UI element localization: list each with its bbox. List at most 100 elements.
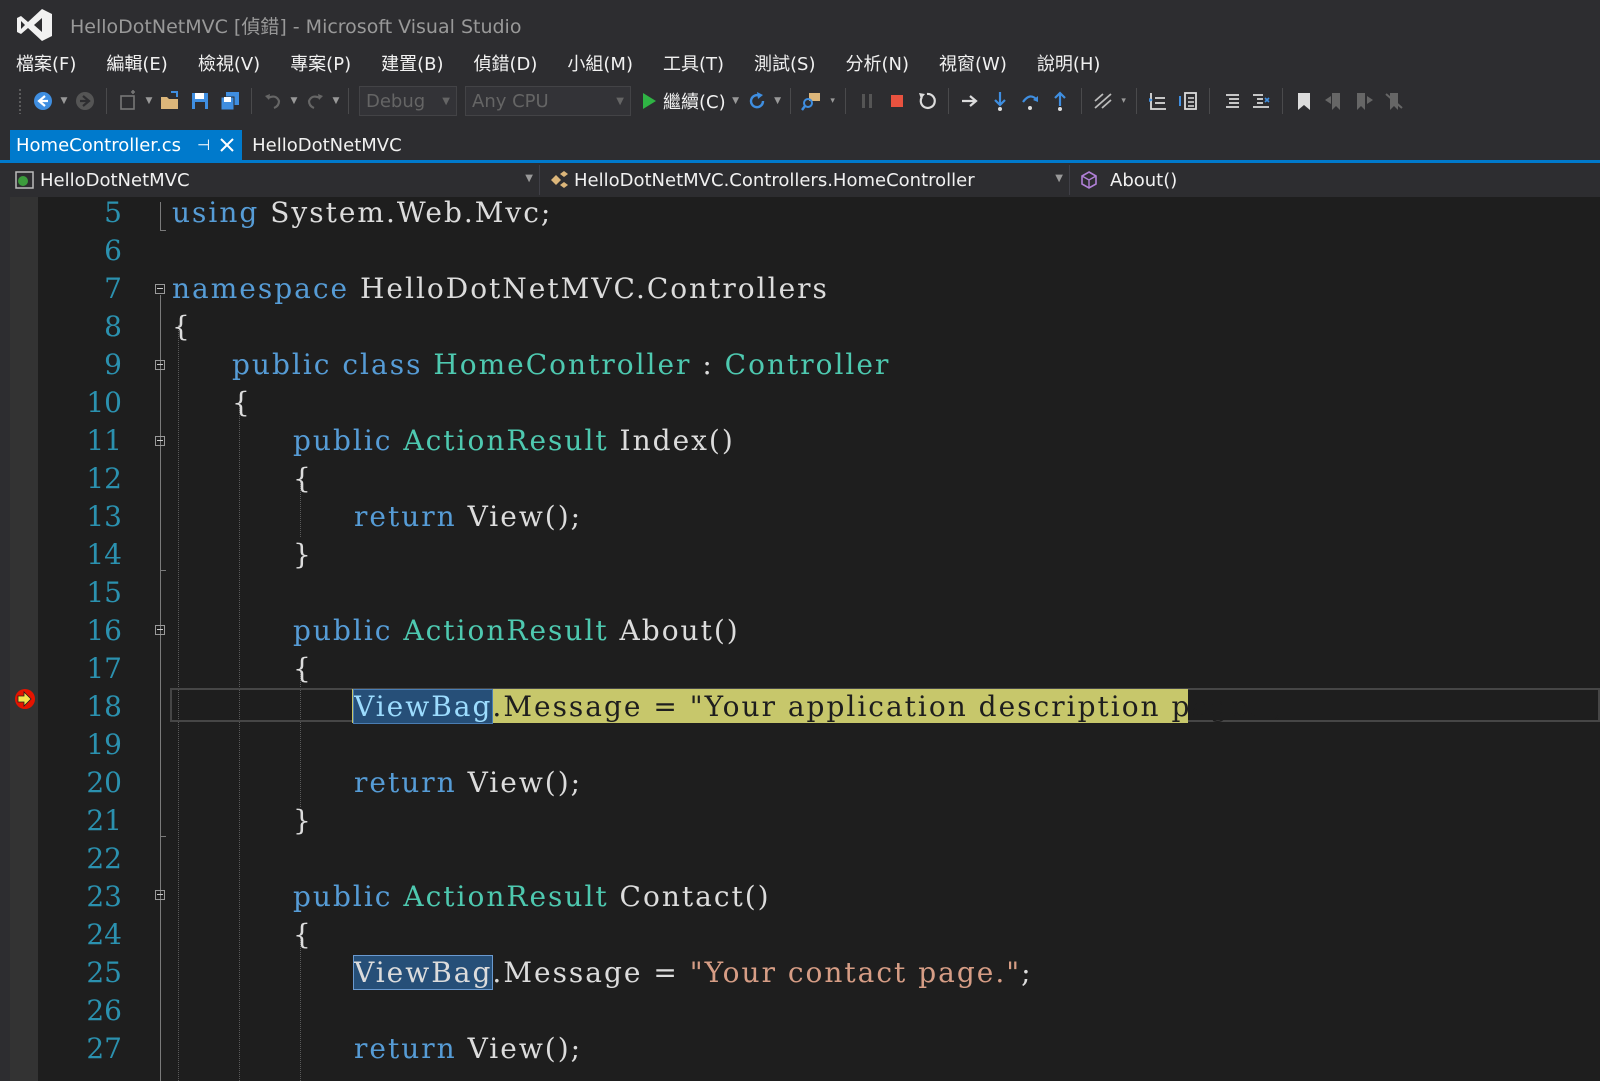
next-bookmark-button[interactable]	[1349, 86, 1379, 116]
line-number-current: 18	[86, 690, 122, 723]
previous-bookmark-icon	[1324, 93, 1340, 110]
code-line-23: public ActionResult Contact()	[293, 880, 771, 913]
outdent-button[interactable]	[1143, 86, 1173, 116]
undo-dropdown[interactable]: ▼	[288, 86, 300, 116]
open-file-button[interactable]	[155, 86, 185, 116]
menu-help[interactable]: 說明(H)	[1022, 50, 1116, 76]
close-icon[interactable]	[220, 138, 234, 152]
menu-edit[interactable]: 編輯(E)	[91, 50, 182, 76]
line-number: 9	[104, 348, 122, 381]
document-tab-strip: HomeController.cs ⊣ HelloDotNetMVC	[0, 130, 1600, 163]
comment-button[interactable]	[1216, 86, 1246, 116]
tab-homecontroller[interactable]: HomeController.cs ⊣	[10, 130, 243, 160]
find-dropdown[interactable]: ▾	[827, 86, 839, 116]
uncomment-button[interactable]	[1246, 86, 1276, 116]
configuration-select[interactable]: Debug ▼	[359, 86, 457, 116]
indent-guide	[239, 401, 240, 1081]
forward-icon	[76, 92, 94, 110]
collapse-toggle-contact[interactable]	[155, 890, 165, 900]
show-next-statement-icon	[961, 95, 978, 107]
continue-button[interactable]: 繼續(C)	[635, 86, 730, 116]
step-over-button[interactable]	[1015, 86, 1045, 116]
collapse-toggle-about[interactable]	[155, 625, 165, 635]
indent-guide	[300, 933, 301, 1081]
line-number: 24	[86, 918, 122, 951]
code-line-17: {	[293, 652, 313, 685]
line-number: 17	[86, 652, 122, 685]
menu-window[interactable]: 視窗(W)	[924, 50, 1022, 76]
collapse-toggle-index[interactable]	[155, 436, 165, 446]
refresh-button[interactable]	[742, 86, 772, 116]
new-project-dropdown[interactable]: ▼	[143, 86, 155, 116]
line-number: 15	[86, 576, 122, 609]
back-dropdown[interactable]: ▼	[58, 86, 70, 116]
menu-view[interactable]: 檢視(V)	[183, 50, 275, 76]
toolbar-grip[interactable]	[18, 88, 22, 114]
save-button[interactable]	[185, 86, 215, 116]
bookmark-button[interactable]	[1289, 86, 1319, 116]
code-editor[interactable]: 5 6 7 8 9 10 11 12 13 14 15 16 17 18 19 …	[10, 197, 1600, 1081]
platform-select[interactable]: Any CPU ▼	[465, 86, 631, 116]
new-project-button[interactable]	[113, 86, 143, 116]
stop-button[interactable]	[882, 86, 912, 116]
toolbar-separator	[1281, 88, 1283, 114]
step-out-button[interactable]	[1045, 86, 1075, 116]
chevron-down-icon: ▼	[442, 95, 450, 107]
hot-reload-dropdown[interactable]: ▾	[1118, 86, 1130, 116]
menu-analyze[interactable]: 分析(N)	[831, 50, 925, 76]
toolbar-separator	[1080, 88, 1082, 114]
redo-dropdown[interactable]: ▼	[330, 86, 342, 116]
project-dropdown[interactable]: HelloDotNetMVC ▼	[10, 165, 540, 195]
menu-debug[interactable]: 偵錯(D)	[459, 50, 553, 76]
menu-test[interactable]: 測試(S)	[739, 50, 830, 76]
code-line-13: return View();	[354, 500, 583, 533]
viewbag-reference-highlight: ViewBag	[352, 955, 494, 990]
pin-icon[interactable]: ⊣	[197, 136, 210, 154]
pause-button[interactable]	[852, 86, 882, 116]
columns-button[interactable]	[1173, 86, 1203, 116]
standard-toolbar: ▼ ▼ ▼ ▼ Debug ▼ Any CPU ▼ 繼續(C) ▼ ▼ ▾ ▾	[0, 82, 1600, 120]
back-button[interactable]	[28, 86, 58, 116]
outline-tick	[160, 836, 166, 837]
step-out-icon	[1053, 91, 1066, 111]
code-line-20: return View();	[354, 766, 583, 799]
navigation-bar: HelloDotNetMVC ▼ HelloDotNetMVC.Controll…	[10, 164, 1600, 196]
save-all-button[interactable]	[215, 86, 245, 116]
menu-file[interactable]: 檔案(F)	[0, 50, 91, 76]
forward-button[interactable]	[70, 86, 100, 116]
play-icon	[643, 93, 656, 109]
class-dropdown[interactable]: HelloDotNetMVC.Controllers.HomeControlle…	[540, 165, 1070, 195]
restart-button[interactable]	[912, 86, 942, 116]
step-into-button[interactable]	[985, 86, 1015, 116]
comment-lines-icon	[1225, 94, 1239, 108]
line-number: 13	[86, 500, 122, 533]
member-name: About()	[1110, 169, 1178, 191]
refresh-dropdown[interactable]: ▼	[772, 86, 784, 116]
menu-team[interactable]: 小組(M)	[552, 50, 648, 76]
line-number: 11	[86, 424, 122, 457]
hot-reload-button[interactable]	[1088, 86, 1118, 116]
toolbar-separator	[844, 88, 846, 114]
menu-tools[interactable]: 工具(T)	[648, 50, 739, 76]
undo-button[interactable]	[258, 86, 288, 116]
menu-build[interactable]: 建置(B)	[366, 50, 458, 76]
collapse-toggle-class[interactable]	[155, 360, 165, 370]
step-over-icon	[1021, 95, 1038, 110]
clear-bookmarks-button[interactable]	[1379, 86, 1409, 116]
collapse-toggle-namespace[interactable]	[155, 284, 165, 294]
continue-dropdown[interactable]: ▼	[730, 86, 742, 116]
visual-studio-logo-icon	[17, 9, 52, 41]
indicator-margin[interactable]	[10, 197, 38, 1081]
find-button[interactable]	[797, 86, 827, 116]
show-next-statement-button[interactable]	[955, 86, 985, 116]
find-icon	[800, 93, 820, 111]
line-number: 25	[86, 956, 122, 989]
tab-hellodotnetmvc[interactable]: HelloDotNetMVC	[242, 130, 412, 160]
code-line-11: public ActionResult Index()	[293, 424, 735, 457]
code-line-25: ViewBag.Message = "Your contact page.";	[352, 955, 1033, 990]
member-dropdown[interactable]: About()	[1070, 165, 1590, 195]
previous-bookmark-button[interactable]	[1319, 86, 1349, 116]
code-line-5: using System.Web.Mvc;	[172, 197, 553, 229]
menu-project[interactable]: 專案(P)	[275, 50, 366, 76]
redo-button[interactable]	[300, 86, 330, 116]
